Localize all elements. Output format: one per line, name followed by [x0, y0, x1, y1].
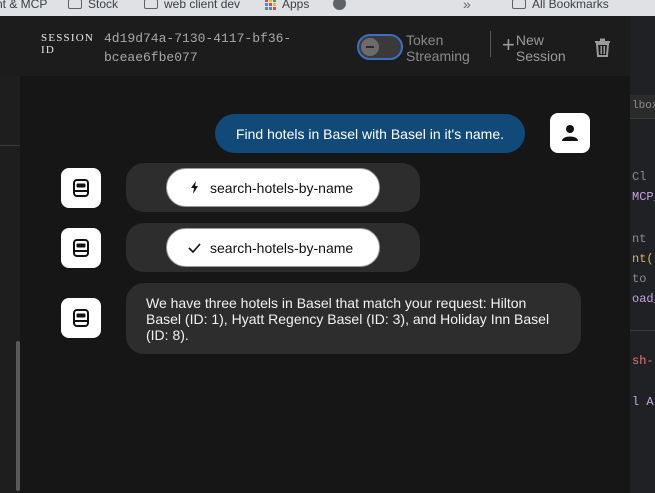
header-divider	[490, 31, 491, 57]
all-bookmarks-label: All Bookmarks	[532, 0, 609, 11]
code-editor-panel: lbox Cl MCP_ nt nt( to oad_ sh- l A	[630, 0, 655, 493]
code-line: oad_	[632, 292, 655, 306]
bookmark-label: web client dev	[164, 0, 241, 11]
code-line: l A	[632, 395, 654, 409]
left-panel	[0, 16, 20, 493]
tool-call-name: search-hotels-by-name	[210, 179, 354, 196]
editor-top-bar	[630, 0, 655, 16]
tool-call-message: search-hotels-by-name	[126, 163, 420, 212]
robot-icon	[73, 239, 89, 257]
robot-icon	[73, 179, 89, 197]
assistant-avatar	[61, 298, 101, 338]
new-session-label: New Session	[515, 32, 566, 64]
assistant-message-text: We have three hotels in Basel that match…	[146, 295, 550, 343]
bookmark-stock[interactable]: Stock	[68, 0, 118, 11]
tool-result-message: search-hotels-by-name	[126, 223, 420, 272]
code-line: nt(	[632, 252, 654, 266]
session-id-label: SESSION ID	[41, 32, 95, 56]
bookmark-globe[interactable]	[333, 0, 346, 10]
new-session-button[interactable]: + New Session	[502, 32, 572, 64]
toggle-knob	[361, 38, 379, 56]
token-streaming-label: Token Streaming	[406, 32, 470, 64]
assistant-avatar	[61, 228, 101, 268]
bookmark-apps[interactable]: Apps	[265, 0, 309, 11]
code-line: Cl	[632, 170, 647, 184]
token-streaming-toggle[interactable]	[357, 34, 403, 60]
code-line: nt	[632, 232, 647, 246]
globe-icon	[333, 0, 346, 10]
code-line: MCP_	[632, 190, 655, 204]
lightning-icon	[187, 181, 201, 194]
user-message: Find hotels in Basel with Basel in it's …	[215, 114, 525, 153]
trash-icon[interactable]	[594, 38, 611, 57]
chat-area: Find hotels in Basel with Basel in it's …	[20, 76, 630, 493]
app-header: SESSION ID 4d19d74a-7130-4117-bf36-bceae…	[20, 16, 630, 76]
tool-result-name: search-hotels-by-name	[210, 239, 354, 256]
editor-tab[interactable]: lbox	[632, 100, 655, 112]
robot-icon	[73, 309, 89, 327]
assistant-message: We have three hotels in Basel that match…	[126, 283, 581, 354]
person-icon	[562, 125, 578, 141]
tool-call-pill[interactable]: search-hotels-by-name	[166, 168, 380, 207]
bookmark-mcp[interactable]: nt & MCP	[0, 0, 47, 11]
assistant-avatar	[61, 168, 101, 208]
folder-icon	[512, 0, 526, 9]
tool-result-pill[interactable]: search-hotels-by-name	[166, 228, 380, 267]
plus-icon: +	[502, 32, 515, 57]
folder-icon	[144, 0, 158, 9]
user-message-text: Find hotels in Basel with Basel in it's …	[235, 125, 505, 142]
all-bookmarks-button[interactable]: All Bookmarks	[512, 0, 609, 11]
session-id-value: 4d19d74a-7130-4117-bf36-bceae6fbe077	[104, 31, 292, 65]
user-avatar	[550, 113, 590, 153]
bookmark-label: Apps	[282, 0, 310, 11]
left-panel-header	[0, 16, 20, 76]
apps-grid-icon	[265, 0, 276, 10]
code-line: sh-	[632, 354, 654, 368]
divider	[630, 330, 655, 331]
bookmark-label: nt & MCP	[0, 0, 48, 11]
folder-icon	[68, 0, 82, 9]
code-line: to	[632, 272, 647, 286]
divider	[0, 145, 20, 146]
bookmarks-bar: nt & MCP Stock web client dev Apps » All…	[0, 0, 630, 16]
checkmark-icon	[187, 242, 201, 253]
bookmark-label: Stock	[88, 0, 119, 11]
bookmarks-overflow-button[interactable]: »	[463, 0, 471, 12]
bookmark-web-client-dev[interactable]: web client dev	[144, 0, 240, 11]
